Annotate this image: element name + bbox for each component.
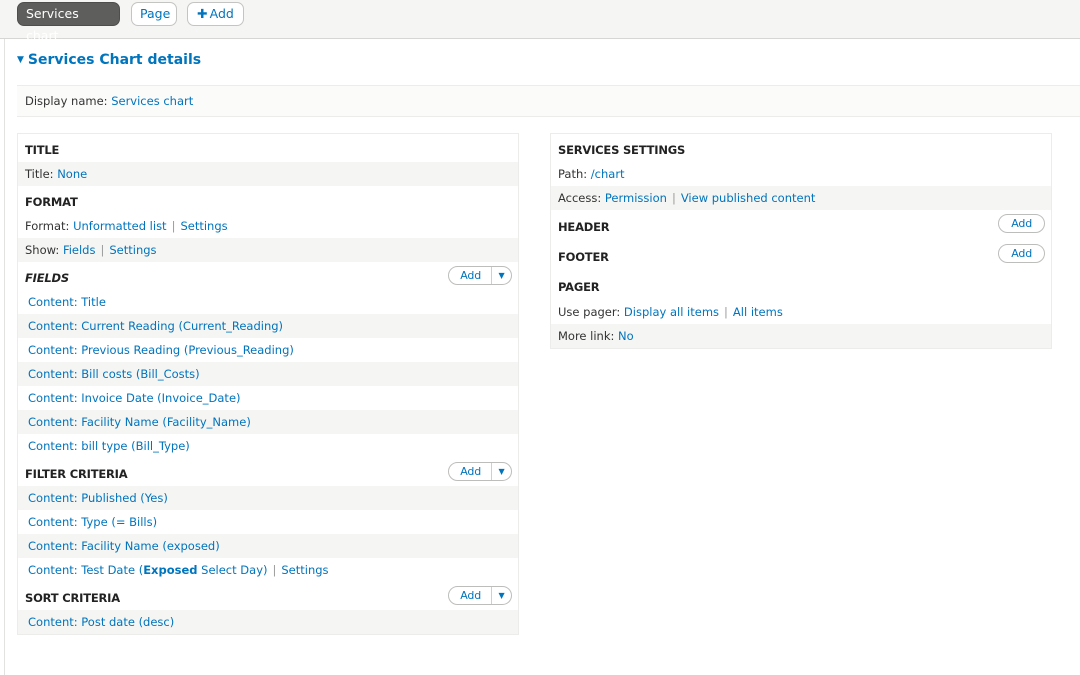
access-value-link[interactable]: Permission	[605, 191, 667, 205]
filter-item[interactable]: Content: Published (Yes)	[18, 486, 518, 510]
field-item[interactable]: Content: Invoice Date (Invoice_Date)	[18, 386, 518, 410]
field-item[interactable]: Content: Facility Name (Facility_Name)	[18, 410, 518, 434]
sort-section-heading: SORT CRITERIA Add ▼	[18, 582, 518, 610]
show-row: Show: Fields | Settings	[18, 238, 518, 262]
use-pager-row: Use pager: Display all items | All items	[551, 300, 1051, 324]
field-link[interactable]: Content: Current Reading (Current_Readin…	[28, 319, 283, 333]
format-section-heading: FORMAT	[25, 195, 78, 209]
format-label: Format:	[25, 219, 70, 233]
field-item[interactable]: Content: bill type (Bill_Type)	[18, 434, 518, 458]
caret-down-icon[interactable]: ▼	[491, 587, 511, 604]
access-extra-link[interactable]: View published content	[681, 191, 816, 205]
left-column: TITLE Title: None FORMAT Format: Unforma…	[17, 133, 519, 635]
details-toggle-label: Services Chart details	[27, 52, 202, 68]
separator: |	[171, 219, 176, 233]
header-section-heading: HEADER Add	[551, 210, 1051, 240]
separator: |	[671, 191, 676, 205]
settings-section-heading: SERVICES SETTINGS	[558, 143, 686, 157]
field-link[interactable]: Content: Facility Name (Facility_Name)	[28, 415, 251, 429]
more-link-row: More link: No	[551, 324, 1051, 348]
title-label: Title:	[25, 167, 54, 181]
more-link-value-link[interactable]: No	[618, 329, 634, 343]
access-label: Access:	[558, 191, 602, 205]
filter-heading-label: FILTER CRITERIA	[25, 467, 128, 481]
sort-link[interactable]: Content: Post date (desc)	[28, 615, 174, 629]
add-display-button[interactable]: ✚ Add	[187, 2, 244, 26]
filter-settings-link[interactable]: Settings	[281, 563, 328, 577]
separator: |	[272, 563, 277, 577]
use-pager-value-link[interactable]: Display all items	[624, 305, 719, 319]
filter-item[interactable]: Content: Test Date (Exposed Select Day) |…	[18, 558, 518, 582]
tab-page[interactable]: Page	[131, 2, 177, 26]
display-name-row: Display name: Services chart	[17, 85, 1080, 117]
path-label: Path:	[558, 167, 588, 181]
access-row: Access: Permission | View published conten…	[551, 186, 1051, 210]
display-tabs-bar: Services chart Page ✚ Add	[0, 0, 1080, 43]
filter-link[interactable]: Content: Published (Yes)	[28, 491, 168, 505]
filter-link-test-date[interactable]: Content: Test Date (Exposed Select Day)	[28, 563, 267, 577]
field-link[interactable]: Content: Invoice Date (Invoice_Date)	[28, 391, 241, 405]
filter-test-date-suffix: Select Day)	[197, 563, 268, 577]
show-label: Show:	[25, 243, 60, 257]
show-settings-link[interactable]: Settings	[109, 243, 156, 257]
fields-add-label: Add	[460, 269, 481, 282]
triangle-down-icon: ▼	[17, 55, 24, 65]
display-name-link[interactable]: Services chart	[111, 94, 193, 108]
filter-add-label: Add	[460, 465, 481, 478]
right-column: SERVICES SETTINGS Path: /chart Access: P…	[550, 133, 1052, 349]
use-pager-label: Use pager:	[558, 305, 621, 319]
format-value-link[interactable]: Unformatted list	[73, 219, 167, 233]
caret-down-icon[interactable]: ▼	[491, 267, 511, 284]
filter-section-heading: FILTER CRITERIA Add ▼	[18, 458, 518, 486]
caret-down-icon[interactable]: ▼	[491, 463, 511, 480]
show-value-link[interactable]: Fields	[63, 243, 96, 257]
path-row: Path: /chart	[551, 162, 1051, 186]
field-item[interactable]: Content: Current Reading (Current_Readin…	[18, 314, 518, 338]
sort-item[interactable]: Content: Post date (desc)	[18, 610, 518, 634]
pager-section-heading: PAGER	[558, 280, 600, 294]
footer-heading-label: FOOTER	[558, 250, 609, 264]
plus-icon: ✚	[197, 6, 208, 21]
filter-link[interactable]: Content: Type (= Bills)	[28, 515, 157, 529]
header-heading-label: HEADER	[558, 220, 610, 234]
fields-add-button[interactable]: Add ▼	[448, 266, 512, 285]
add-display-label: Add	[209, 6, 234, 21]
header-add-button[interactable]: Add	[998, 214, 1045, 233]
footer-section-heading: FOOTER Add	[551, 240, 1051, 270]
filter-test-date-exposed: Exposed	[143, 563, 198, 577]
filter-link[interactable]: Content: Facility Name (exposed)	[28, 539, 220, 553]
separator: |	[724, 305, 728, 319]
title-value-link[interactable]: None	[57, 167, 87, 181]
field-link[interactable]: Content: bill type (Bill_Type)	[28, 439, 190, 453]
filter-add-button[interactable]: Add ▼	[448, 462, 512, 481]
format-row: Format: Unformatted list | Settings	[18, 214, 518, 238]
separator: |	[100, 243, 105, 257]
field-link[interactable]: Content: Previous Reading (Previous_Read…	[28, 343, 294, 357]
tab-services-chart[interactable]: Services chart	[17, 2, 120, 43]
more-link-label: More link:	[558, 329, 615, 343]
details-toggle[interactable]: ▼ Services Chart details	[17, 52, 201, 68]
sort-heading-label: SORT CRITERIA	[25, 591, 120, 605]
footer-add-button[interactable]: Add	[998, 244, 1045, 263]
fields-heading-label: FIELDS	[25, 271, 69, 285]
field-link[interactable]: Content: Title	[28, 295, 106, 309]
path-value-link[interactable]: /chart	[591, 167, 625, 181]
use-pager-extra-link[interactable]: All items	[733, 305, 783, 319]
field-link[interactable]: Content: Bill costs (Bill_Costs)	[28, 367, 200, 381]
fields-section-heading: FIELDS Add ▼	[18, 262, 518, 290]
filter-item[interactable]: Content: Type (= Bills)	[18, 510, 518, 534]
format-settings-link[interactable]: Settings	[180, 219, 227, 233]
field-item[interactable]: Content: Title	[18, 290, 518, 314]
title-section-heading: TITLE	[25, 143, 60, 157]
field-item[interactable]: Content: Previous Reading (Previous_Read…	[18, 338, 518, 362]
filter-item[interactable]: Content: Facility Name (exposed)	[18, 534, 518, 558]
field-item[interactable]: Content: Bill costs (Bill_Costs)	[18, 362, 518, 386]
sort-add-label: Add	[460, 589, 481, 602]
page-edge-divider	[4, 39, 5, 675]
title-row: Title: None	[18, 162, 518, 186]
sort-add-button[interactable]: Add ▼	[448, 586, 512, 605]
display-name-label: Display name:	[25, 94, 108, 108]
filter-test-date-prefix: Content: Test Date (	[28, 563, 144, 577]
